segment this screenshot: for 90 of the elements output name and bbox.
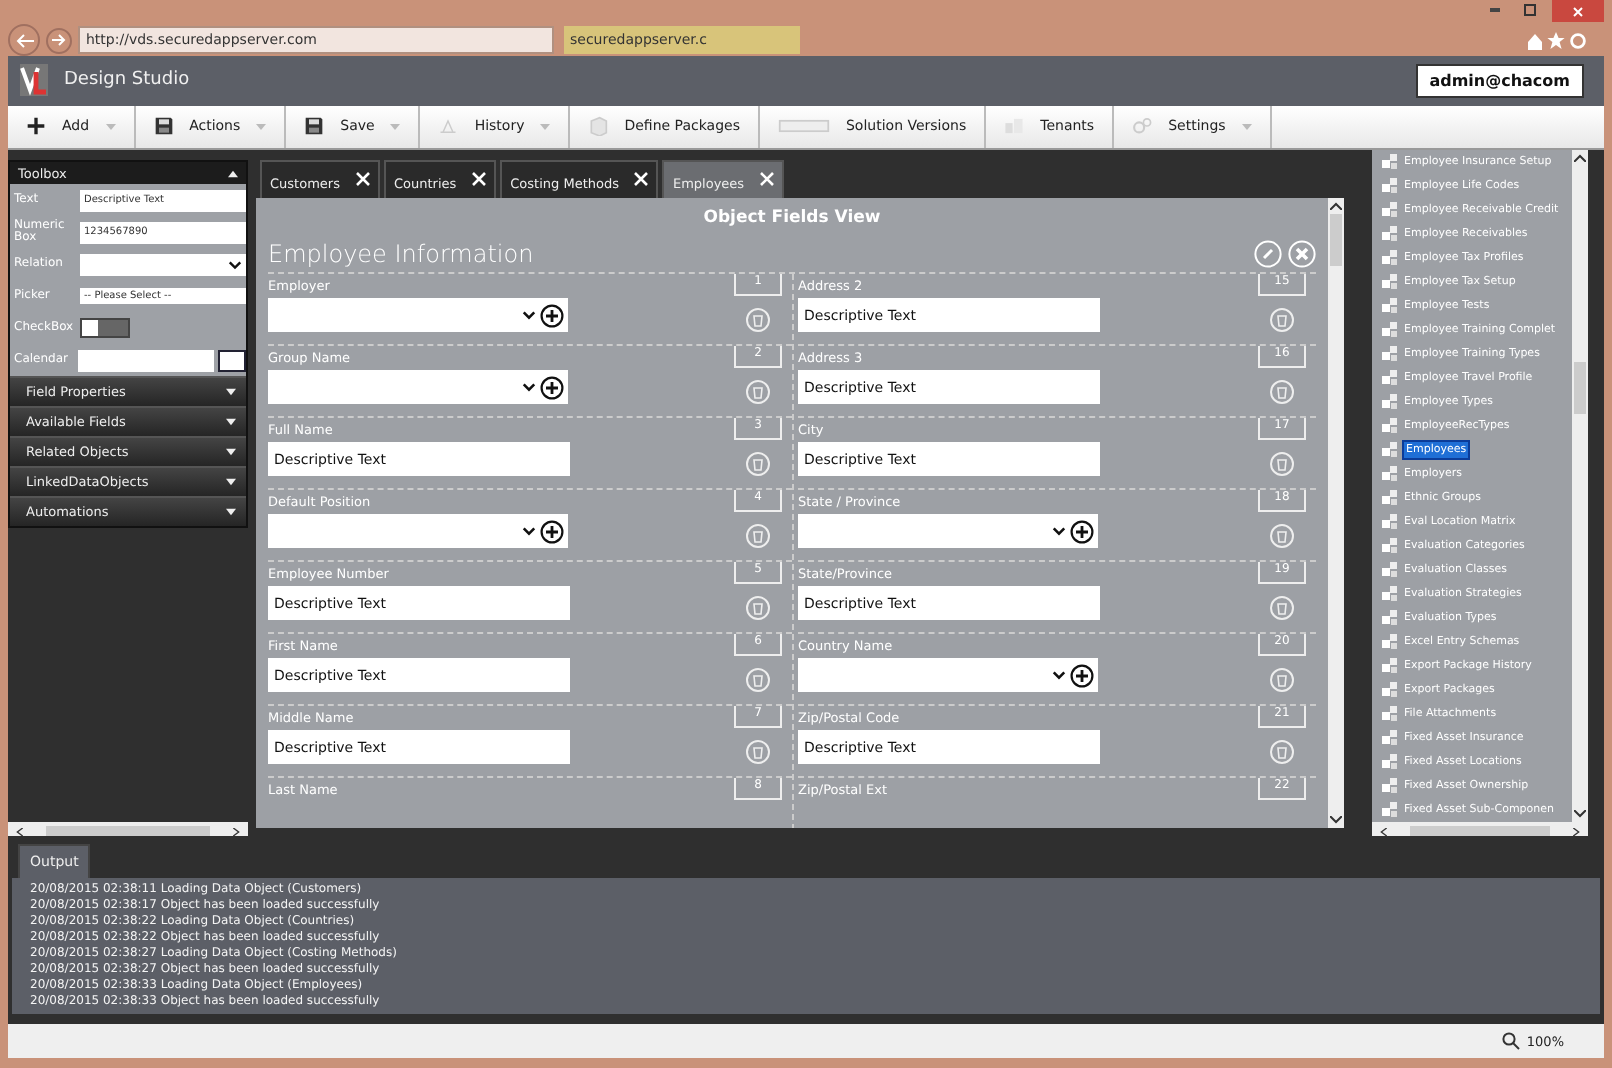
chevron-icon [1052,670,1066,681]
object-icon [1382,706,1398,723]
close-icon[interactable] [472,172,487,187]
scroll-up-icon[interactable] [1330,202,1342,211]
object-icon [1382,346,1398,363]
close-icon [1572,5,1584,17]
object-icon [1382,394,1398,411]
object-icon [1382,466,1398,483]
chevron-icon [522,526,536,537]
object-icon [1382,442,1398,459]
chevron-icon [522,310,536,321]
object-icon [1382,682,1398,699]
select-field[interactable] [798,514,1098,549]
edit-icon[interactable] [1254,240,1282,269]
scroll-down-icon[interactable] [1330,816,1342,825]
user-button[interactable]: admin@chacom [1415,63,1584,98]
object-icon [1382,250,1398,267]
add-icon[interactable] [540,303,564,328]
scroll-right-icon[interactable] [230,827,242,836]
forward-button[interactable] [46,27,72,53]
object-icon [1382,514,1398,531]
add-icon[interactable] [540,519,564,544]
plus-icon [26,116,46,137]
vertical-scrollbar[interactable] [1572,150,1588,823]
section-heading: Employee Information [268,240,536,269]
object-icon [1382,610,1398,627]
tenants-icon [1004,116,1025,137]
expand-icon[interactable] [226,418,236,427]
select-field[interactable] [798,658,1098,693]
view-title: Object Fields View [701,206,883,229]
minimize-icon [1489,7,1499,11]
expand-icon[interactable] [226,388,236,397]
object-icon [1382,802,1398,819]
toggle-switch[interactable] [80,318,130,339]
scroll-down-icon[interactable] [1574,810,1586,819]
maximize-icon [1524,3,1536,15]
select-field[interactable] [268,370,568,405]
versions-icon [777,116,830,137]
back-arrow-icon [15,33,33,47]
object-icon [1382,202,1398,219]
expand-icon[interactable] [226,448,236,457]
object-icon [1382,274,1398,291]
object-icon [1382,538,1398,555]
object-icon [1382,178,1398,195]
chevron-icon [228,259,242,270]
object-icon [1382,658,1398,675]
history-icon [438,116,459,137]
object-icon [1382,562,1398,579]
scroll-up-icon[interactable] [1574,154,1586,163]
scroll-thumb[interactable] [1574,362,1586,415]
chevron-icon [522,382,536,393]
object-icon [1382,778,1398,795]
add-icon[interactable] [1070,519,1094,544]
forward-arrow-icon [52,34,66,46]
chevron-icon [1052,526,1066,537]
calendar-button[interactable] [218,349,246,372]
logo-icon [20,64,48,97]
close-button[interactable] [1552,0,1604,22]
select-field[interactable] [268,298,568,333]
collapse-icon[interactable] [228,169,238,178]
object-icon [1382,634,1398,651]
scroll-left-icon[interactable] [1378,827,1390,836]
object-icon [1382,298,1398,315]
expand-icon[interactable] [226,508,236,517]
package-icon [588,116,609,137]
expand-icon[interactable] [226,478,236,487]
object-icon [1382,730,1398,747]
scroll-thumb[interactable] [1330,214,1342,267]
object-icon [1382,370,1398,387]
vertical-scrollbar[interactable] [1328,198,1344,829]
object-icon [1382,490,1398,507]
object-icon [1382,418,1398,435]
object-icon [1382,754,1398,771]
add-icon[interactable] [1070,663,1094,688]
select-field[interactable] [80,253,246,276]
date-field[interactable] [78,349,214,372]
zoom-icon[interactable] [1502,1032,1521,1051]
scroll-right-icon[interactable] [1570,827,1582,836]
close-icon[interactable] [634,172,649,187]
close-icon[interactable] [355,172,370,187]
object-icon [1382,226,1398,243]
add-icon[interactable] [540,375,564,400]
object-icon [1382,586,1398,603]
select-field[interactable] [268,514,568,549]
browser-toolbar-icons[interactable] [1526,31,1586,49]
settings-icon [1132,116,1153,137]
object-icon [1382,322,1398,339]
app-title: Design Studio [64,70,192,91]
scroll-left-icon[interactable] [14,827,26,836]
object-icon [1382,154,1398,171]
